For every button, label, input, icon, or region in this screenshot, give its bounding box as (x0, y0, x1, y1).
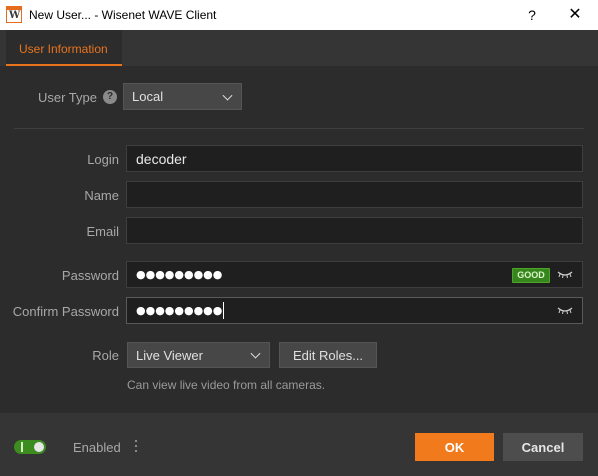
tab-user-information[interactable]: User Information (6, 30, 122, 66)
tab-active-indicator (6, 64, 122, 66)
section-divider (14, 128, 584, 129)
cancel-button[interactable]: Cancel (503, 433, 583, 461)
confirm-password-input[interactable]: ●●●●●●●●● (126, 297, 583, 324)
eye-closed-icon[interactable] (557, 305, 573, 315)
app-logo-icon: W (6, 6, 22, 23)
eye-closed-icon[interactable] (557, 269, 573, 279)
role-description: Can view live video from all cameras. (127, 378, 326, 392)
confirm-password-label: Confirm Password (12, 304, 119, 319)
login-label: Login (87, 152, 119, 167)
password-masked-value: ●●●●●●●●● (136, 268, 223, 281)
confirm-password-masked-value: ●●●●●●●●● (136, 304, 223, 317)
email-label: Email (86, 224, 119, 239)
name-label: Name (84, 188, 119, 203)
enabled-label: Enabled (73, 440, 121, 455)
title-bar: W New User... - Wisenet WAVE Client ? ✕ (0, 0, 598, 30)
chevron-down-icon (250, 348, 261, 359)
edit-roles-button[interactable]: Edit Roles... (279, 342, 377, 368)
password-input[interactable]: ●●●●●●●●● GOOD (126, 261, 583, 288)
more-options-icon[interactable] (131, 437, 141, 455)
role-value: Live Viewer (136, 347, 203, 363)
user-type-label: User Type (37, 90, 97, 105)
password-strength-badge: GOOD (512, 268, 550, 283)
login-value: decoder (136, 150, 187, 167)
tab-bar: User Information (0, 30, 598, 66)
close-button[interactable]: ✕ (560, 0, 590, 30)
toggle-knob (34, 442, 44, 452)
question-mark-icon[interactable]: ? (103, 90, 117, 104)
chevron-down-icon (222, 90, 233, 101)
role-label: Role (92, 348, 119, 363)
window-title: New User... - Wisenet WAVE Client (29, 8, 217, 22)
login-input[interactable]: decoder (126, 145, 583, 172)
email-input[interactable] (126, 217, 583, 244)
user-type-select[interactable]: Local (123, 83, 242, 110)
password-label: Password (61, 268, 119, 283)
role-select[interactable]: Live Viewer (127, 342, 270, 368)
tab-label: User Information (19, 42, 108, 56)
ok-button[interactable]: OK (415, 433, 494, 461)
dialog-footer: Enabled OK Cancel (0, 413, 598, 476)
text-caret (223, 302, 225, 319)
help-button[interactable]: ? (520, 0, 544, 30)
name-input[interactable] (126, 181, 583, 208)
toggle-on-mark (21, 442, 23, 452)
user-type-value: Local (132, 89, 164, 104)
enabled-toggle[interactable] (14, 440, 46, 454)
